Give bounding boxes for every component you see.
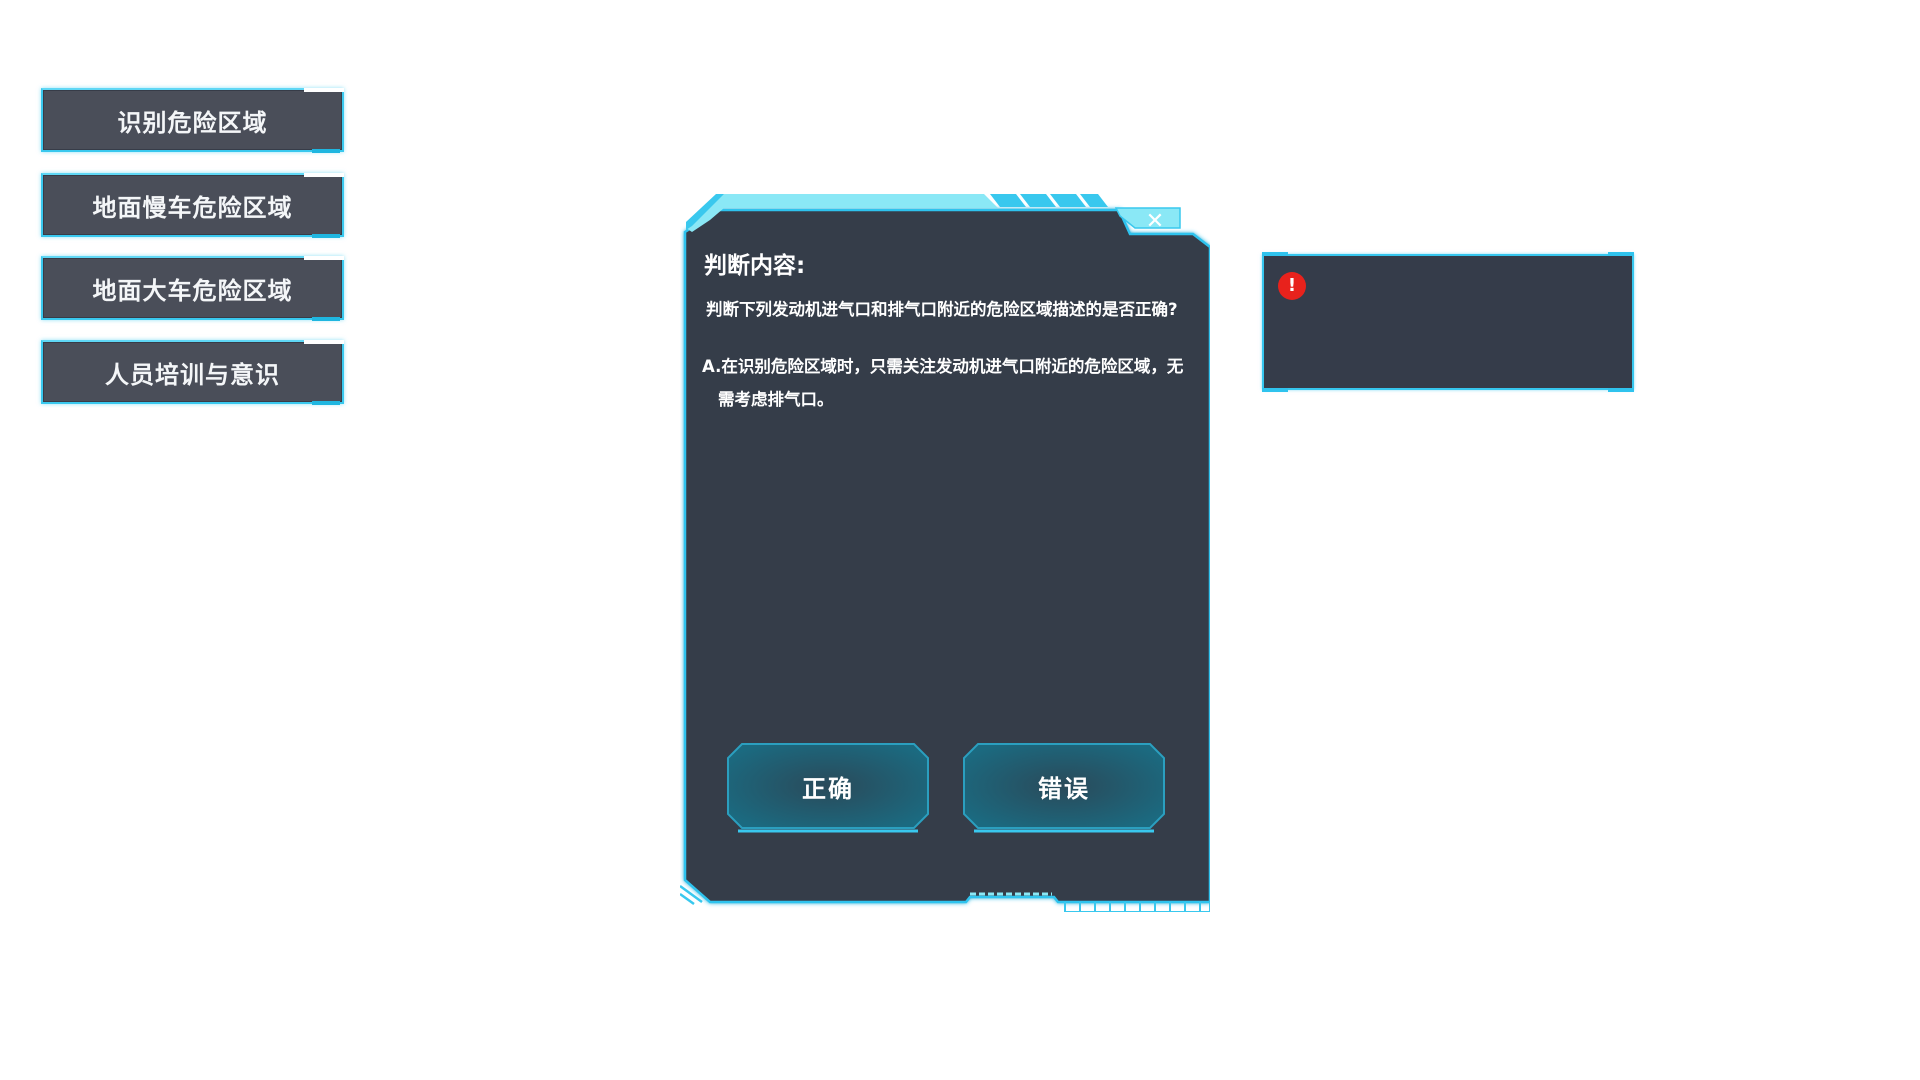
decor-notch	[312, 401, 340, 405]
statement-line-1: A.在识别危险区域时，只需关注发动机进气口附近的危险区域，无	[702, 357, 1184, 376]
decor-corner	[1608, 252, 1634, 256]
decor-notch	[312, 234, 340, 238]
screen: 识别危险区域 地面慢车危险区域 地面大车危险区域 人员培训与意识 ✕ 判断内容:…	[0, 0, 1920, 1080]
menu-item-label: 地面慢车危险区域	[92, 193, 293, 222]
dialog-title: 判断内容:	[704, 253, 806, 279]
decor-corner	[1262, 252, 1288, 256]
menu-item-label: 人员培训与意识	[105, 360, 280, 389]
menu-item-label: 识别危险区域	[117, 108, 268, 137]
decor-corner	[1608, 388, 1634, 392]
correct-button-label: 正确	[802, 774, 854, 803]
menu-item-identify-hazard-zones[interactable]: 识别危险区域	[41, 88, 344, 153]
decor-notch	[304, 88, 344, 92]
judgment-dialog: ✕ 判断内容: 判断下列发动机进气口和排气口附近的危险区域描述的是否正确? A.…	[680, 190, 1210, 912]
decor-notch	[304, 256, 344, 260]
decor-notch	[304, 340, 344, 344]
close-button[interactable]: ✕	[1120, 208, 1190, 234]
warning-icon: !	[1278, 272, 1306, 300]
warning-icon-glyph: !	[1287, 275, 1297, 296]
menu-item-ground-high-power-hazard-zones[interactable]: 地面大车危险区域	[41, 256, 344, 321]
statement-line-2: 需考虑排气口。	[718, 390, 834, 409]
question-text: 判断下列发动机进气口和排气口附近的危险区域描述的是否正确?	[706, 300, 1178, 319]
statement-option: A.在识别危险区域时，只需关注发动机进气口附近的危险区域，无 需考虑排气口。	[702, 350, 1192, 416]
decor-notch	[312, 317, 340, 321]
decor-notch	[304, 173, 344, 177]
menu-item-ground-idle-hazard-zones[interactable]: 地面慢车危险区域	[41, 173, 344, 238]
feedback-panel: !	[1262, 252, 1634, 392]
correct-button[interactable]: 正确	[726, 742, 930, 834]
menu-item-personnel-training-awareness[interactable]: 人员培训与意识	[41, 340, 344, 405]
menu-item-label: 地面大车危险区域	[92, 276, 293, 305]
wrong-button[interactable]: 错误	[962, 742, 1166, 834]
decor-corner	[1262, 388, 1288, 392]
decor-notch	[312, 149, 340, 153]
wrong-button-label: 错误	[1038, 774, 1090, 803]
close-icon: ✕	[1145, 208, 1165, 234]
